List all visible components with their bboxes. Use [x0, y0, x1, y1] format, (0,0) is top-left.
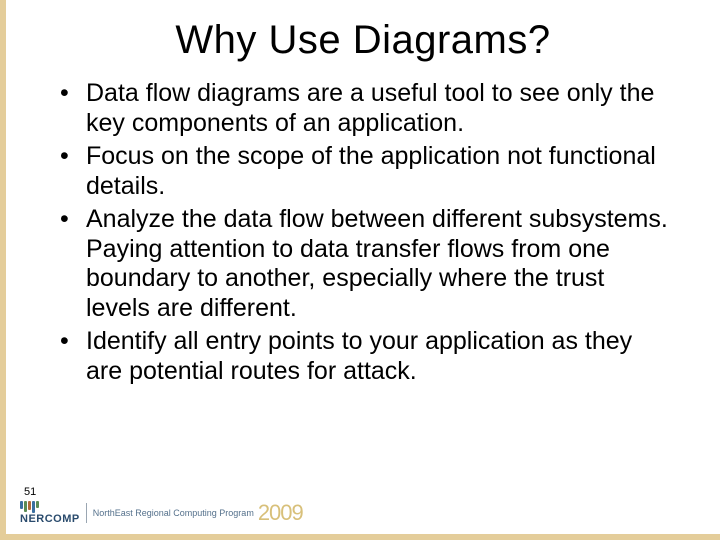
page-number: 51: [20, 486, 303, 498]
logo-org-short: NERCOMP: [20, 515, 80, 525]
footer-logo: NERCOMP NorthEast Regional Computing Pro…: [20, 500, 303, 526]
logo-divider: [86, 503, 87, 523]
slide: Why Use Diagrams? Data flow diagrams are…: [0, 0, 720, 540]
slide-footer: 51 NERCOMP NorthEast Regional Computing …: [20, 486, 303, 526]
bullet-list: Data flow diagrams are a useful tool to …: [56, 79, 670, 386]
bullet-item: Analyze the data flow between different …: [56, 205, 670, 323]
logo-year: 2009: [258, 500, 303, 526]
bullet-item: Identify all entry points to your applic…: [56, 327, 670, 386]
slide-title: Why Use Diagrams?: [6, 0, 720, 73]
logo-mark: NERCOMP: [20, 501, 80, 525]
slide-body: Data flow diagrams are a useful tool to …: [6, 73, 720, 386]
bullet-item: Focus on the scope of the application no…: [56, 142, 670, 201]
logo-org-long: NorthEast Regional Computing Program: [93, 508, 254, 518]
bullet-item: Data flow diagrams are a useful tool to …: [56, 79, 670, 138]
logo-stripes-icon: [20, 501, 80, 513]
